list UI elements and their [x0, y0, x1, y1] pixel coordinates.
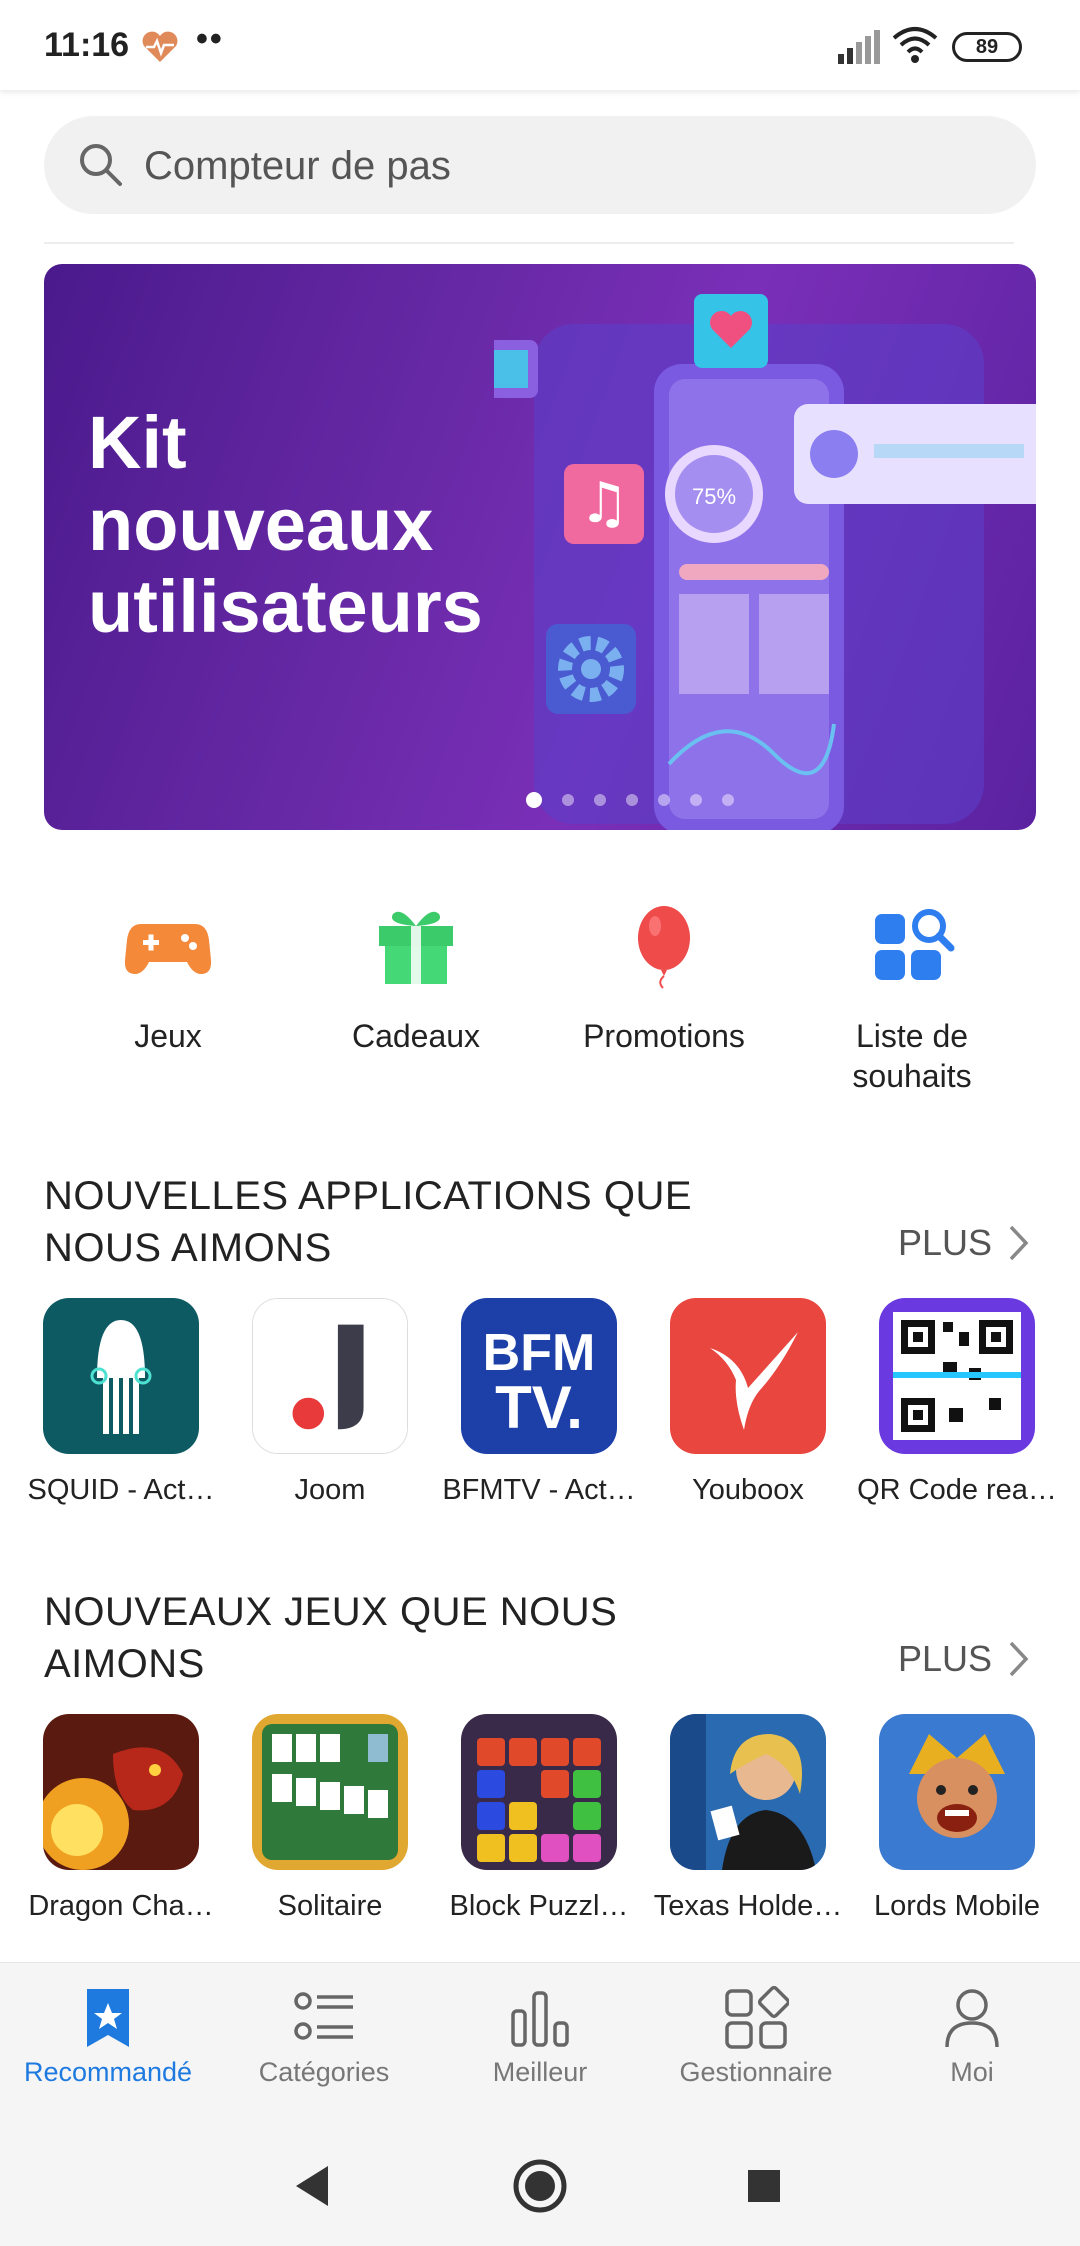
shortcut-promotions[interactable]: Promotions	[540, 900, 788, 1056]
nav-recommended[interactable]: Recommandé	[0, 1985, 216, 2088]
nav-me[interactable]: Moi	[864, 1985, 1080, 2088]
nav-label: Moi	[950, 2057, 994, 2087]
nav-manager[interactable]: Gestionnaire	[648, 1985, 864, 2088]
divider	[44, 242, 1014, 244]
app-name: SQUID - Act…	[27, 1474, 215, 1506]
status-bar: 11:16 •• 89	[0, 0, 1080, 90]
game-item-solitaire[interactable]: Solitaire	[225, 1714, 435, 1923]
nav-categories[interactable]: Catégories	[216, 1985, 432, 2088]
chevron-right-icon	[1009, 1641, 1029, 1677]
wifi-icon	[892, 27, 938, 63]
gamepad-icon	[124, 924, 212, 974]
qr-code-app-icon	[879, 1298, 1035, 1454]
app-item-squid[interactable]: SQUID - Act…	[16, 1298, 226, 1507]
game-item-dragon[interactable]: Dragon Cha…	[16, 1714, 226, 1923]
block-puzzle-game-icon	[461, 1714, 617, 1870]
shortcut-label: Cadeaux	[351, 1018, 481, 1054]
apps-plus-link[interactable]: PLUS	[898, 1222, 1030, 1264]
app-name: Block Puzzl…	[449, 1890, 629, 1922]
banner-pagination	[44, 792, 1036, 808]
banner-dot	[626, 794, 638, 806]
shortcut-gifts[interactable]: Cadeaux	[292, 900, 540, 1056]
bar-chart-icon	[511, 1991, 569, 2047]
nav-label: Gestionnaire	[679, 2057, 833, 2087]
notification-dots: ••	[196, 20, 224, 58]
banner-art-percent: 75%	[692, 484, 736, 509]
recents-icon[interactable]	[734, 2156, 794, 2216]
apps-grid-icon	[725, 1985, 789, 2049]
promo-banner[interactable]: 75% ♫ Kit nouveaux utilisateurs	[44, 264, 1036, 830]
poker-game-icon	[670, 1714, 826, 1870]
shortcut-label: Promotions	[583, 1018, 745, 1054]
new-apps-row: SQUID - Act… Joom BFM TV. BFMTV - Act… Y…	[0, 1298, 1080, 1548]
system-nav-bar	[0, 2116, 1080, 2246]
back-icon[interactable]	[284, 2156, 344, 2216]
search-input[interactable]: Compteur de pas	[44, 116, 1036, 214]
battery-icon: 89	[952, 32, 1022, 62]
joom-app-icon	[252, 1298, 408, 1454]
bfmtv-app-icon: BFM TV.	[461, 1298, 617, 1454]
banner-title: Kit nouveaux utilisateurs	[88, 401, 483, 648]
signal-icon	[838, 30, 880, 64]
youboox-app-icon	[670, 1298, 826, 1454]
banner-dot	[658, 794, 670, 806]
gift-icon	[379, 911, 453, 984]
new-games-row: Dragon Cha… Solitaire Block Puzzl… Texas…	[0, 1714, 1080, 1964]
app-name: Texas Holde…	[653, 1890, 843, 1922]
home-icon[interactable]	[510, 2156, 570, 2216]
list-icon	[294, 1992, 353, 2040]
status-time: 11:16	[44, 26, 130, 64]
nav-label: Meilleur	[492, 2057, 588, 2087]
app-name: BFMTV - Act…	[442, 1474, 636, 1506]
app-item-bfmtv[interactable]: BFM TV. BFMTV - Act…	[434, 1298, 644, 1507]
wishlist-icon	[875, 909, 955, 980]
game-item-texas-holdem[interactable]: Texas Holde…	[643, 1714, 853, 1923]
app-name: Youboox	[692, 1474, 804, 1506]
game-item-block-puzzle[interactable]: Block Puzzl…	[434, 1714, 644, 1923]
app-name: Lords Mobile	[873, 1890, 1041, 1922]
nav-label: Recommandé	[23, 2057, 193, 2087]
search-placeholder: Compteur de pas	[144, 144, 451, 188]
solitaire-game-icon	[252, 1714, 408, 1870]
user-icon	[945, 1989, 999, 2048]
bookmark-star-icon	[87, 1989, 129, 2047]
shortcut-games[interactable]: Jeux	[44, 900, 292, 1056]
nav-label: Catégories	[258, 2057, 390, 2087]
plus-label: PLUS	[897, 1222, 992, 1263]
phone-illustration: 75% ♫	[494, 294, 1036, 830]
bottom-nav: Recommandé Catégories Meilleur Gestionna…	[0, 1962, 1080, 2116]
lords-mobile-game-icon	[879, 1714, 1035, 1870]
game-item-lords-mobile[interactable]: Lords Mobile	[852, 1714, 1062, 1923]
plus-label: PLUS	[897, 1638, 992, 1679]
chevron-right-icon	[1009, 1225, 1029, 1261]
banner-dot	[690, 794, 702, 806]
app-item-youboox[interactable]: Youboox	[643, 1298, 853, 1507]
app-name: QR Code rea…	[857, 1474, 1057, 1506]
app-name: Solitaire	[277, 1890, 383, 1922]
search-icon	[80, 144, 122, 186]
nav-top[interactable]: Meilleur	[432, 1985, 648, 2088]
squid-app-icon	[43, 1298, 199, 1454]
shortcut-label: Jeux	[134, 1018, 202, 1054]
banner-dot	[526, 792, 542, 808]
section-title-new-apps: NOUVELLES APPLICATIONS QUE NOUS AIMONS	[44, 1174, 693, 1270]
shortcut-label: Liste de souhaits	[852, 1018, 972, 1094]
app-name: Dragon Cha…	[28, 1890, 214, 1922]
dragon-game-icon	[43, 1714, 199, 1870]
banner-dot	[594, 794, 606, 806]
svg-text:TV.: TV.	[495, 1374, 583, 1441]
banner-dot	[562, 794, 574, 806]
section-title-new-games: NOUVEAUX JEUX QUE NOUS AIMONS	[44, 1590, 618, 1686]
svg-text:♫: ♫	[579, 471, 629, 536]
shortcut-wishlist[interactable]: Liste de souhaits	[788, 900, 1036, 1096]
app-name: Joom	[294, 1474, 366, 1506]
app-item-joom[interactable]: Joom	[225, 1298, 435, 1507]
health-heart-icon	[142, 31, 178, 62]
games-plus-link[interactable]: PLUS	[898, 1638, 1030, 1680]
shortcut-grid: Jeux Cadeaux Promotions Liste de souhait…	[44, 900, 1036, 1130]
app-item-qr-code[interactable]: QR Code rea…	[852, 1298, 1062, 1507]
banner-dot	[722, 794, 734, 806]
balloon-icon	[638, 906, 690, 989]
